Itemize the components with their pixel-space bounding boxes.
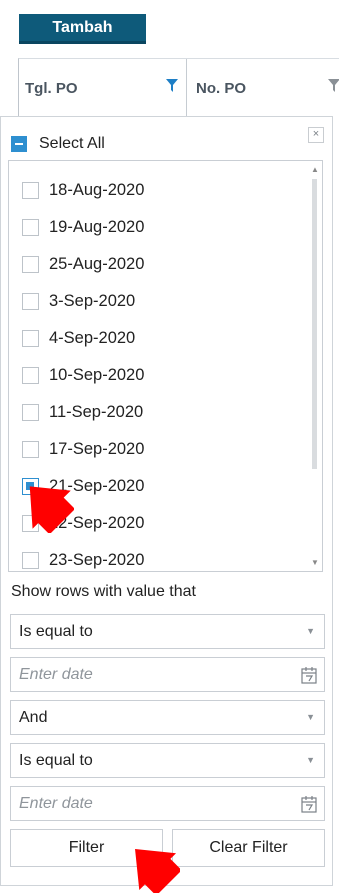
clear-filter-button[interactable]: Clear Filter [172,829,325,867]
scroll-thumb[interactable] [312,179,317,469]
select-all-checkbox[interactable] [11,136,27,152]
calendar-icon[interactable] [301,666,317,684]
scroll-down-icon[interactable]: ▼ [311,558,319,567]
select-all-option[interactable]: Select All [11,135,105,153]
close-icon[interactable]: × [308,127,324,143]
chevron-down-icon: ▼ [306,626,315,636]
filter-funnel-icon[interactable] [166,79,178,93]
item-checkbox[interactable] [22,292,39,310]
item-label: 17-Sep-2020 [49,439,145,458]
item-label: 23-Sep-2020 [49,550,145,569]
item-label: 10-Sep-2020 [49,365,145,384]
item-checkbox[interactable] [22,551,39,569]
select-all-label: Select All [39,135,105,152]
list-item[interactable]: 4-Sep-2020 [22,320,135,356]
list-item[interactable]: 17-Sep-2020 [22,431,144,467]
condition2-value: Is equal to [19,751,93,769]
condition1-value: Is equal to [19,622,93,640]
item-label: 18-Aug-2020 [49,180,145,199]
column-header-label: No. PO [196,79,247,97]
date1-placeholder: Enter date [19,665,93,683]
filter-funnel-icon[interactable] [328,79,339,93]
item-label: 19-Aug-2020 [49,217,145,236]
chevron-down-icon: ▼ [306,712,315,722]
column-header-tgl-po[interactable]: Tgl. PO [19,59,187,117]
item-checkbox[interactable] [22,255,39,273]
column-header-label: Tgl. PO [25,79,78,97]
list-item[interactable]: 23-Sep-2020 [22,542,145,571]
list-scrollbar[interactable]: ▲ ▼ [308,161,322,571]
date2-placeholder: Enter date [19,794,93,812]
list-item[interactable]: 19-Aug-2020 [22,209,144,245]
condition1-dropdown[interactable]: Is equal to ▼ [10,614,325,649]
chevron-down-icon: ▼ [306,755,315,765]
item-checkbox[interactable] [22,218,39,236]
logic-operator-dropdown[interactable]: And ▼ [10,700,325,735]
item-checkbox[interactable] [22,403,39,421]
item-checkbox[interactable] [22,181,39,199]
date2-input[interactable]: Enter date [10,786,325,821]
item-checkbox[interactable] [22,440,39,458]
scroll-up-icon[interactable]: ▲ [311,165,319,174]
condition2-dropdown[interactable]: Is equal to ▼ [10,743,325,778]
annotation-arrow-icon [29,486,74,533]
list-item[interactable]: 11-Sep-2020 [22,394,143,430]
item-label: 4-Sep-2020 [49,328,136,347]
item-checkbox[interactable] [22,329,39,347]
list-item[interactable]: 10-Sep-2020 [22,357,144,393]
logic-operator-value: And [19,708,48,726]
calendar-icon[interactable] [301,795,317,813]
column-header-no-po[interactable]: No. PO [188,59,339,117]
list-item[interactable]: 3-Sep-2020 [22,283,135,319]
annotation-arrow-icon [135,849,180,893]
grid-header-row: Tgl. PO No. PO [18,58,339,117]
list-item[interactable]: 25-Aug-2020 [22,246,144,282]
tambah-button[interactable]: Tambah [19,14,146,44]
item-label: 25-Aug-2020 [49,254,145,273]
date1-input[interactable]: Enter date [10,657,325,692]
item-label: 11-Sep-2020 [49,402,144,421]
list-item[interactable]: 18-Aug-2020 [22,172,144,208]
item-checkbox[interactable] [22,366,39,384]
show-rows-label: Show rows with value that [11,583,196,600]
item-label: 3-Sep-2020 [49,291,136,310]
